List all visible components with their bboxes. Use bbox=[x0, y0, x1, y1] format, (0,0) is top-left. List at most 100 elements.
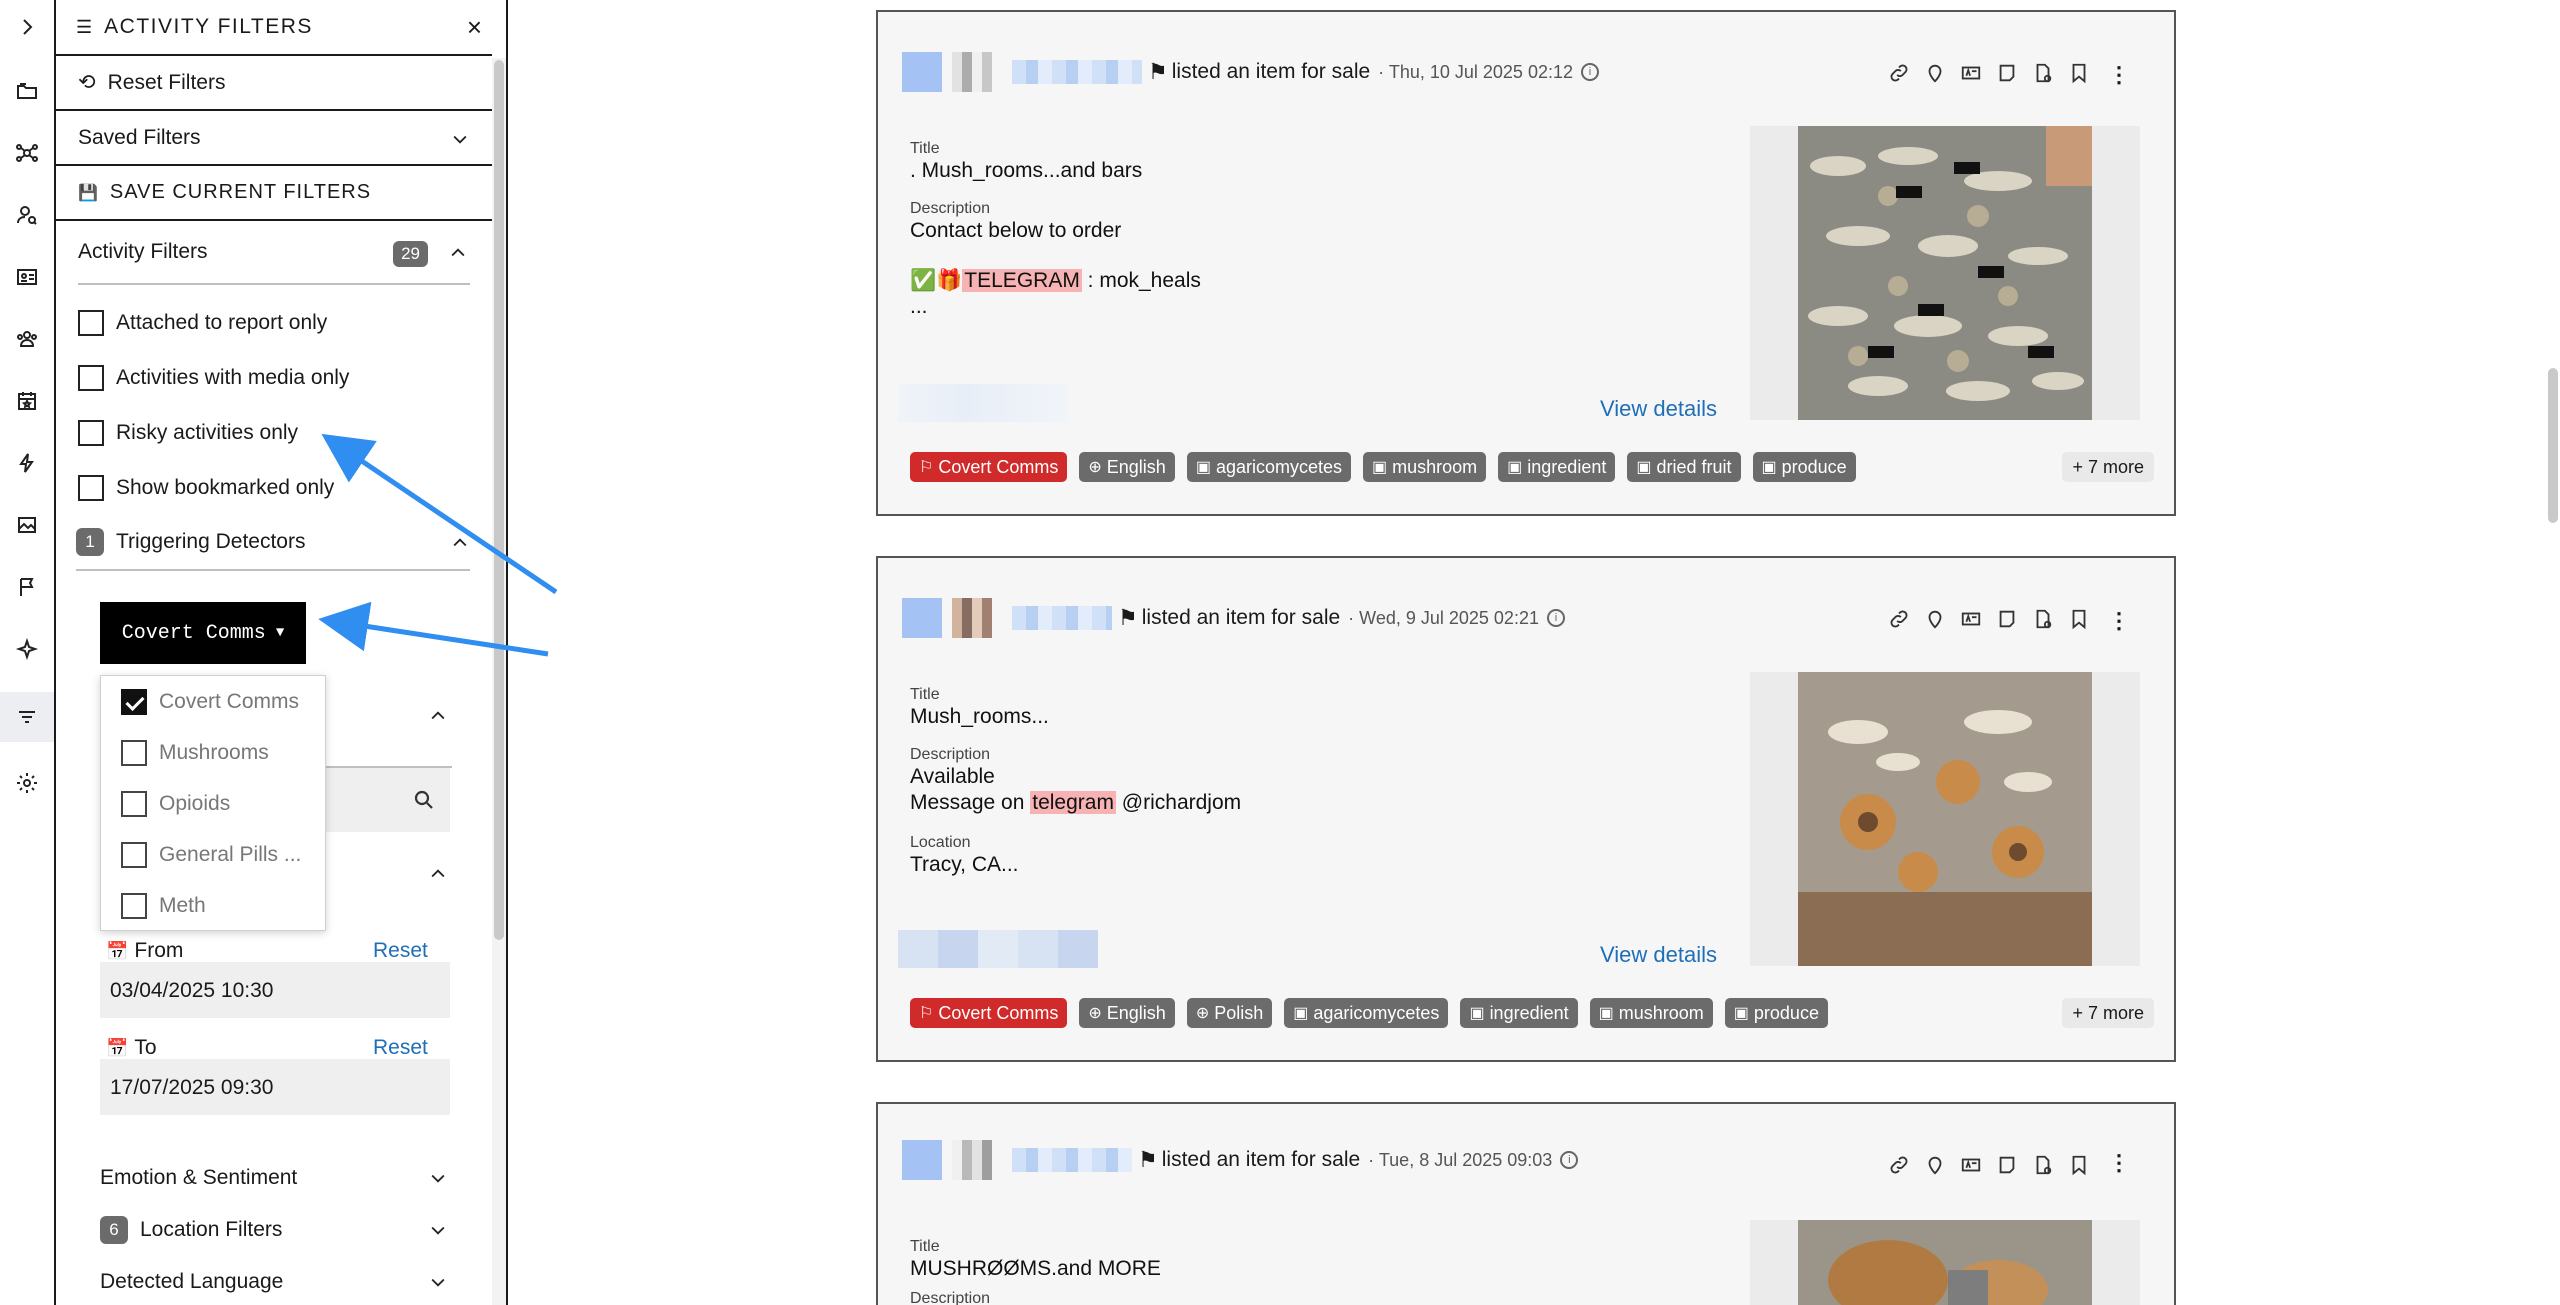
more-tags-button[interactable]: + 7 more bbox=[2062, 452, 2154, 482]
note-icon[interactable] bbox=[1996, 62, 2018, 84]
media-thumbnail[interactable] bbox=[1750, 1220, 2140, 1305]
network-graph-icon[interactable] bbox=[12, 138, 42, 168]
view-details-link[interactable]: View details bbox=[1600, 396, 1717, 422]
note-icon[interactable] bbox=[1996, 608, 2018, 630]
checkbox[interactable] bbox=[78, 309, 104, 336]
date-from-reset-link[interactable]: Reset bbox=[373, 939, 428, 963]
detected-language-accordion[interactable]: Detected Language bbox=[100, 1262, 452, 1302]
bookmark-icon[interactable] bbox=[2068, 608, 2090, 630]
activity-bolt-icon[interactable] bbox=[12, 448, 42, 478]
bookmark-icon[interactable] bbox=[2068, 1154, 2090, 1176]
expand-chevron-icon[interactable] bbox=[12, 12, 42, 42]
reset-filters-button[interactable]: ⟲ Reset Filters bbox=[56, 56, 492, 111]
id-card-icon[interactable] bbox=[12, 262, 42, 292]
checkbox[interactable] bbox=[121, 841, 147, 868]
avatar[interactable] bbox=[902, 598, 942, 638]
more-options-icon[interactable]: ⋮ bbox=[2108, 1150, 2130, 1176]
chevron-up-icon[interactable] bbox=[428, 706, 448, 731]
avatar[interactable] bbox=[902, 52, 942, 92]
note-icon[interactable] bbox=[1996, 1154, 2018, 1176]
option-opioids[interactable]: Opioids bbox=[101, 778, 325, 829]
tag-image-label[interactable]: ▣ produce bbox=[1752, 452, 1856, 482]
checkbox-activities-with-media[interactable]: Activities with media only bbox=[78, 350, 470, 405]
info-icon[interactable]: i bbox=[1560, 1151, 1579, 1169]
link-icon[interactable] bbox=[1888, 62, 1910, 84]
checkbox[interactable] bbox=[78, 419, 104, 446]
date-to-reset-link[interactable]: Reset bbox=[373, 1036, 428, 1060]
checkbox[interactable] bbox=[121, 892, 147, 919]
location-filters-accordion[interactable]: 6 Location Filters bbox=[100, 1210, 452, 1250]
chevron-up-icon[interactable] bbox=[428, 864, 448, 889]
location-pin-icon[interactable] bbox=[1924, 1154, 1946, 1176]
checkbox-risky-activities[interactable]: Risky activities only bbox=[78, 405, 470, 460]
option-covert-comms[interactable]: Covert Comms bbox=[101, 676, 325, 727]
more-options-icon[interactable]: ⋮ bbox=[2108, 608, 2130, 634]
option-meth[interactable]: Meth bbox=[101, 880, 325, 931]
info-icon[interactable]: i bbox=[1580, 63, 1599, 81]
checkbox[interactable] bbox=[78, 474, 104, 501]
info-icon[interactable]: i bbox=[1546, 609, 1565, 627]
option-general-pills[interactable]: General Pills ... bbox=[101, 829, 325, 880]
redacted-username[interactable] bbox=[1012, 60, 1142, 84]
page-scrollbar[interactable] bbox=[2546, 0, 2560, 1305]
document-add-icon[interactable] bbox=[2032, 608, 2054, 630]
translate-icon[interactable] bbox=[1960, 608, 1982, 630]
date-to-input[interactable]: 17/07/2025 09:30 bbox=[100, 1059, 450, 1115]
document-add-icon[interactable] bbox=[2032, 1154, 2054, 1176]
tag-image-label[interactable]: ▣ agaricomycetes bbox=[1284, 998, 1449, 1028]
checkbox[interactable] bbox=[78, 364, 104, 391]
triggering-detectors-header[interactable]: 1 Triggering Detectors bbox=[76, 515, 470, 571]
tag-image-label[interactable]: ▣ produce bbox=[1724, 998, 1828, 1028]
detector-select-button[interactable]: Covert Comms ▼ bbox=[100, 602, 306, 664]
document-add-icon[interactable] bbox=[2032, 62, 2054, 84]
checkbox[interactable] bbox=[121, 739, 147, 766]
saved-filters-dropdown[interactable]: Saved Filters bbox=[56, 111, 492, 166]
tag-language[interactable]: ⊕ English bbox=[1079, 452, 1175, 482]
folder-icon[interactable] bbox=[12, 76, 42, 106]
group-icon[interactable] bbox=[12, 324, 42, 354]
tag-image-label[interactable]: ▣ agaricomycetes bbox=[1186, 452, 1351, 482]
media-thumbnail[interactable] bbox=[1750, 126, 2140, 420]
tag-image-label[interactable]: ▣ mushroom bbox=[1363, 452, 1487, 482]
filter-icon[interactable] bbox=[0, 692, 54, 742]
redacted-username[interactable] bbox=[1012, 1148, 1132, 1172]
detector-search-input[interactable] bbox=[320, 768, 450, 832]
sparkle-icon[interactable] bbox=[12, 634, 42, 664]
media-thumbnail[interactable] bbox=[1750, 672, 2140, 966]
tag-covert-comms[interactable]: ⚐ Covert Comms bbox=[910, 452, 1068, 482]
flag-icon[interactable] bbox=[12, 572, 42, 602]
more-tags-button[interactable]: + 7 more bbox=[2062, 998, 2154, 1028]
panel-scrollbar-thumb[interactable] bbox=[494, 60, 504, 940]
activity-filters-header[interactable]: Activity Filters 29 bbox=[78, 221, 470, 285]
view-details-link[interactable]: View details bbox=[1600, 942, 1717, 968]
page-scrollbar-thumb[interactable] bbox=[2548, 368, 2558, 523]
redacted-username[interactable] bbox=[1012, 606, 1112, 630]
image-icon[interactable] bbox=[12, 510, 42, 540]
tag-image-label[interactable]: ▣ ingredient bbox=[1460, 998, 1578, 1028]
translate-icon[interactable] bbox=[1960, 62, 1982, 84]
link-icon[interactable] bbox=[1888, 608, 1910, 630]
tag-language[interactable]: ⊕ English bbox=[1079, 998, 1175, 1028]
settings-gear-icon[interactable] bbox=[12, 768, 42, 798]
translate-icon[interactable] bbox=[1960, 1154, 1982, 1176]
bookmark-icon[interactable] bbox=[2068, 62, 2090, 84]
tag-language[interactable]: ⊕ Polish bbox=[1186, 998, 1273, 1028]
more-options-icon[interactable]: ⋮ bbox=[2108, 62, 2130, 88]
tag-covert-comms[interactable]: ⚐ Covert Comms bbox=[910, 998, 1068, 1028]
avatar[interactable] bbox=[902, 1140, 942, 1180]
calendar-star-icon[interactable] bbox=[12, 386, 42, 416]
tag-image-label[interactable]: ▣ mushroom bbox=[1589, 998, 1713, 1028]
checkbox[interactable] bbox=[121, 790, 147, 817]
emotion-sentiment-accordion[interactable]: Emotion & Sentiment bbox=[100, 1158, 452, 1198]
checkbox-show-bookmarked[interactable]: Show bookmarked only bbox=[78, 460, 470, 515]
link-icon[interactable] bbox=[1888, 1154, 1910, 1176]
location-pin-icon[interactable] bbox=[1924, 608, 1946, 630]
date-from-input[interactable]: 03/04/2025 10:30 bbox=[100, 962, 450, 1018]
user-search-icon[interactable] bbox=[12, 200, 42, 230]
save-current-filters-button[interactable]: 💾 SAVE CURRENT FILTERS bbox=[56, 166, 492, 221]
checkbox-checked[interactable] bbox=[121, 688, 147, 715]
location-pin-icon[interactable] bbox=[1924, 62, 1946, 84]
tag-image-label[interactable]: ▣ dried fruit bbox=[1627, 452, 1741, 482]
tag-image-label[interactable]: ▣ ingredient bbox=[1498, 452, 1616, 482]
option-mushrooms[interactable]: Mushrooms bbox=[101, 727, 325, 778]
